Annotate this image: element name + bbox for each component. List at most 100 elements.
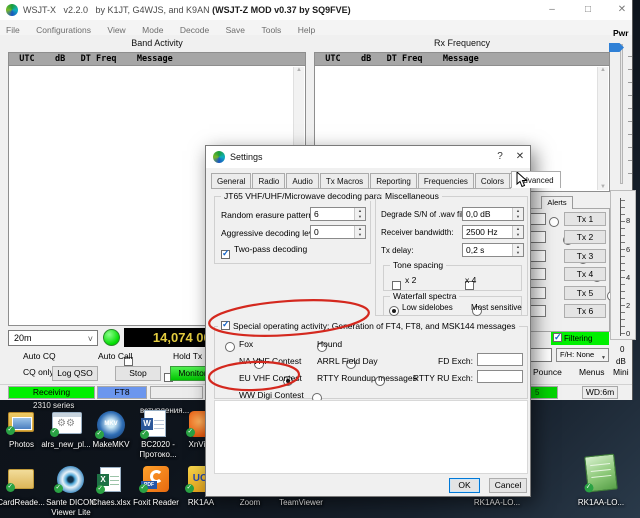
word-doc-icon[interactable]: W xyxy=(144,410,166,437)
filtering-checkbox[interactable]: Filtering xyxy=(551,332,609,345)
alrs-app-icon[interactable]: ⚙⚙ xyxy=(52,412,82,434)
menu-file[interactable]: File xyxy=(0,23,26,37)
log-qso-button[interactable]: Log QSO xyxy=(52,366,98,381)
cq-only-label[interactable]: CQ only xyxy=(23,367,54,377)
tab-colors[interactable]: Colors xyxy=(475,173,510,188)
scroll-up-icon[interactable] xyxy=(296,67,302,73)
tab-frequencies[interactable]: Frequencies xyxy=(418,173,474,188)
spinner-arrows-icon[interactable] xyxy=(512,244,523,256)
x4-label[interactable]: x 4 xyxy=(465,275,476,285)
x2-checkbox[interactable] xyxy=(392,281,401,290)
menus-label[interactable]: Menus xyxy=(579,367,605,377)
tx5-button[interactable]: Tx 5 xyxy=(564,286,606,300)
excel-file-icon[interactable]: X xyxy=(100,467,121,492)
scrollbar[interactable] xyxy=(597,67,608,190)
scroll-up-icon[interactable] xyxy=(600,67,606,73)
tab-reporting[interactable]: Reporting xyxy=(370,173,417,188)
auto-call-label[interactable]: Auto Call xyxy=(98,351,133,361)
sync-check-icon xyxy=(6,483,15,492)
special-activity-checkbox[interactable] xyxy=(221,321,230,330)
pwr-slider[interactable] xyxy=(620,44,623,184)
meter-value: 0 xyxy=(620,345,624,354)
rtty-ru-exch-input[interactable] xyxy=(477,370,523,383)
desktop-icon-label-rk1aa-lo[interactable]: RK1AA-LO... xyxy=(468,498,526,508)
tx6-button[interactable]: Tx 6 xyxy=(564,304,606,318)
tab-radio[interactable]: Radio xyxy=(252,173,285,188)
scroll-down-icon[interactable] xyxy=(598,184,608,190)
cardreader-folder-icon[interactable] xyxy=(8,469,34,489)
sante-dicom-eye-icon[interactable] xyxy=(57,466,84,493)
two-pass-checkbox[interactable] xyxy=(221,250,230,259)
title-bar[interactable]: WSJT-X v2.2.0 by K1JT, G4WJS, and K9AN (… xyxy=(0,0,632,20)
maximize-icon[interactable] xyxy=(578,2,598,18)
close-icon[interactable] xyxy=(612,2,632,18)
ww-digi-contest-label[interactable]: WW Digi Contest xyxy=(239,390,304,400)
eu-vhf-contest-label[interactable]: EU VHF Contest xyxy=(239,373,302,383)
menu-view[interactable]: View xyxy=(101,23,131,37)
ok-button[interactable]: OK xyxy=(449,478,480,493)
desktop-icon-label-notepad[interactable]: RK1AA-LO... xyxy=(572,498,630,508)
tx2-button[interactable]: Tx 2 xyxy=(564,230,606,244)
tab-tx-macros[interactable]: Tx Macros xyxy=(320,173,369,188)
receiver-bandwidth-spinbox[interactable]: 2500 Hz xyxy=(462,225,524,239)
help-icon[interactable]: ? xyxy=(492,150,508,164)
close-icon[interactable]: ✕ xyxy=(512,150,528,164)
tx-delay-spinbox[interactable]: 0,2 s xyxy=(462,243,524,257)
meter-tick-label: 2 xyxy=(626,301,630,310)
minimize-icon[interactable] xyxy=(542,2,562,18)
desktop-icon-label-teamviewer[interactable]: TeamViewer xyxy=(272,498,330,508)
tx4-button[interactable]: Tx 4 xyxy=(564,267,606,281)
spinner-arrows-icon[interactable] xyxy=(354,208,365,220)
fd-exch-input[interactable] xyxy=(477,353,523,366)
random-erasure-spinbox[interactable]: 6 xyxy=(310,207,366,221)
jt65-group: JT65 VHF/UHF/Microwave decoding paramete… xyxy=(214,196,371,264)
fox-radio[interactable] xyxy=(225,342,235,352)
fh-dropdown[interactable]: F/H: None xyxy=(556,348,609,362)
menu-mode[interactable]: Mode xyxy=(136,23,169,37)
most-sensitive-label[interactable]: Most sensitive xyxy=(471,303,522,312)
tx1-button[interactable]: Tx 1 xyxy=(564,212,606,226)
degrade-snr-spinbox[interactable]: 0,0 dB xyxy=(462,207,524,221)
auto-cq-label[interactable]: Auto CQ xyxy=(23,351,56,361)
menu-configurations[interactable]: Configurations xyxy=(30,23,97,37)
menu-help[interactable]: Help xyxy=(292,23,321,37)
degrade-snr-label: Degrade S/N of .wav file: xyxy=(381,210,469,219)
x2-label[interactable]: x 2 xyxy=(405,275,416,285)
two-pass-label[interactable]: Two-pass decoding xyxy=(234,244,307,254)
photos-folder-icon[interactable] xyxy=(8,412,34,432)
arrl-field-day-label[interactable]: ARRL Field Day xyxy=(317,356,378,366)
hound-label[interactable]: Hound xyxy=(317,339,342,349)
desktop: 2310 series вступления... Photos ⚙⚙ alrs… xyxy=(0,0,640,518)
low-sidelobes-label[interactable]: Low sidelobes xyxy=(402,303,453,312)
foxit-reader-icon[interactable]: PDF xyxy=(143,466,169,492)
special-activity-group: Special operating activity: Generation o… xyxy=(214,326,528,399)
spinner-arrows-icon[interactable] xyxy=(354,226,365,238)
desktop-icon-label[interactable]: Foxit Reader xyxy=(130,498,182,508)
tab-alerts[interactable]: Alerts xyxy=(541,196,573,209)
tx1-radio[interactable] xyxy=(549,217,559,227)
menu-save[interactable]: Save xyxy=(220,23,251,37)
fox-label[interactable]: Fox xyxy=(239,339,253,349)
tx3-button[interactable]: Tx 3 xyxy=(564,249,606,263)
dialog-title-bar[interactable]: Settings ? ✕ xyxy=(206,146,530,168)
stop-button[interactable]: Stop xyxy=(115,366,161,381)
tab-audio[interactable]: Audio xyxy=(286,173,318,188)
spinner-arrows-icon[interactable] xyxy=(512,226,523,238)
tab-general[interactable]: General xyxy=(211,173,251,188)
desktop-icon-label[interactable]: RK1AA xyxy=(178,498,224,508)
low-sidelobes-radio[interactable] xyxy=(389,306,399,316)
cancel-button[interactable]: Cancel xyxy=(489,478,527,493)
desktop-icon-label-zoom[interactable]: Zoom xyxy=(226,498,274,508)
menu-decode[interactable]: Decode xyxy=(174,23,215,37)
aggressive-level-spinbox[interactable]: 0 xyxy=(310,225,366,239)
window-title: WSJT-X v2.2.0 by K1JT, G4WJS, and K9AN (… xyxy=(23,5,351,15)
na-vhf-contest-label[interactable]: NA VHF Contest xyxy=(239,356,301,366)
makemkv-icon[interactable]: MKV xyxy=(97,411,125,439)
spinner-arrows-icon[interactable] xyxy=(512,208,523,220)
mini-label[interactable]: Mini xyxy=(613,367,629,377)
desktop-icon-label[interactable]: CardReade... xyxy=(0,498,47,508)
fh-field[interactable] xyxy=(528,348,552,362)
band-select[interactable]: 20m xyxy=(8,330,98,346)
notepad-icon[interactable] xyxy=(584,454,618,493)
menu-tools[interactable]: Tools xyxy=(255,23,287,37)
